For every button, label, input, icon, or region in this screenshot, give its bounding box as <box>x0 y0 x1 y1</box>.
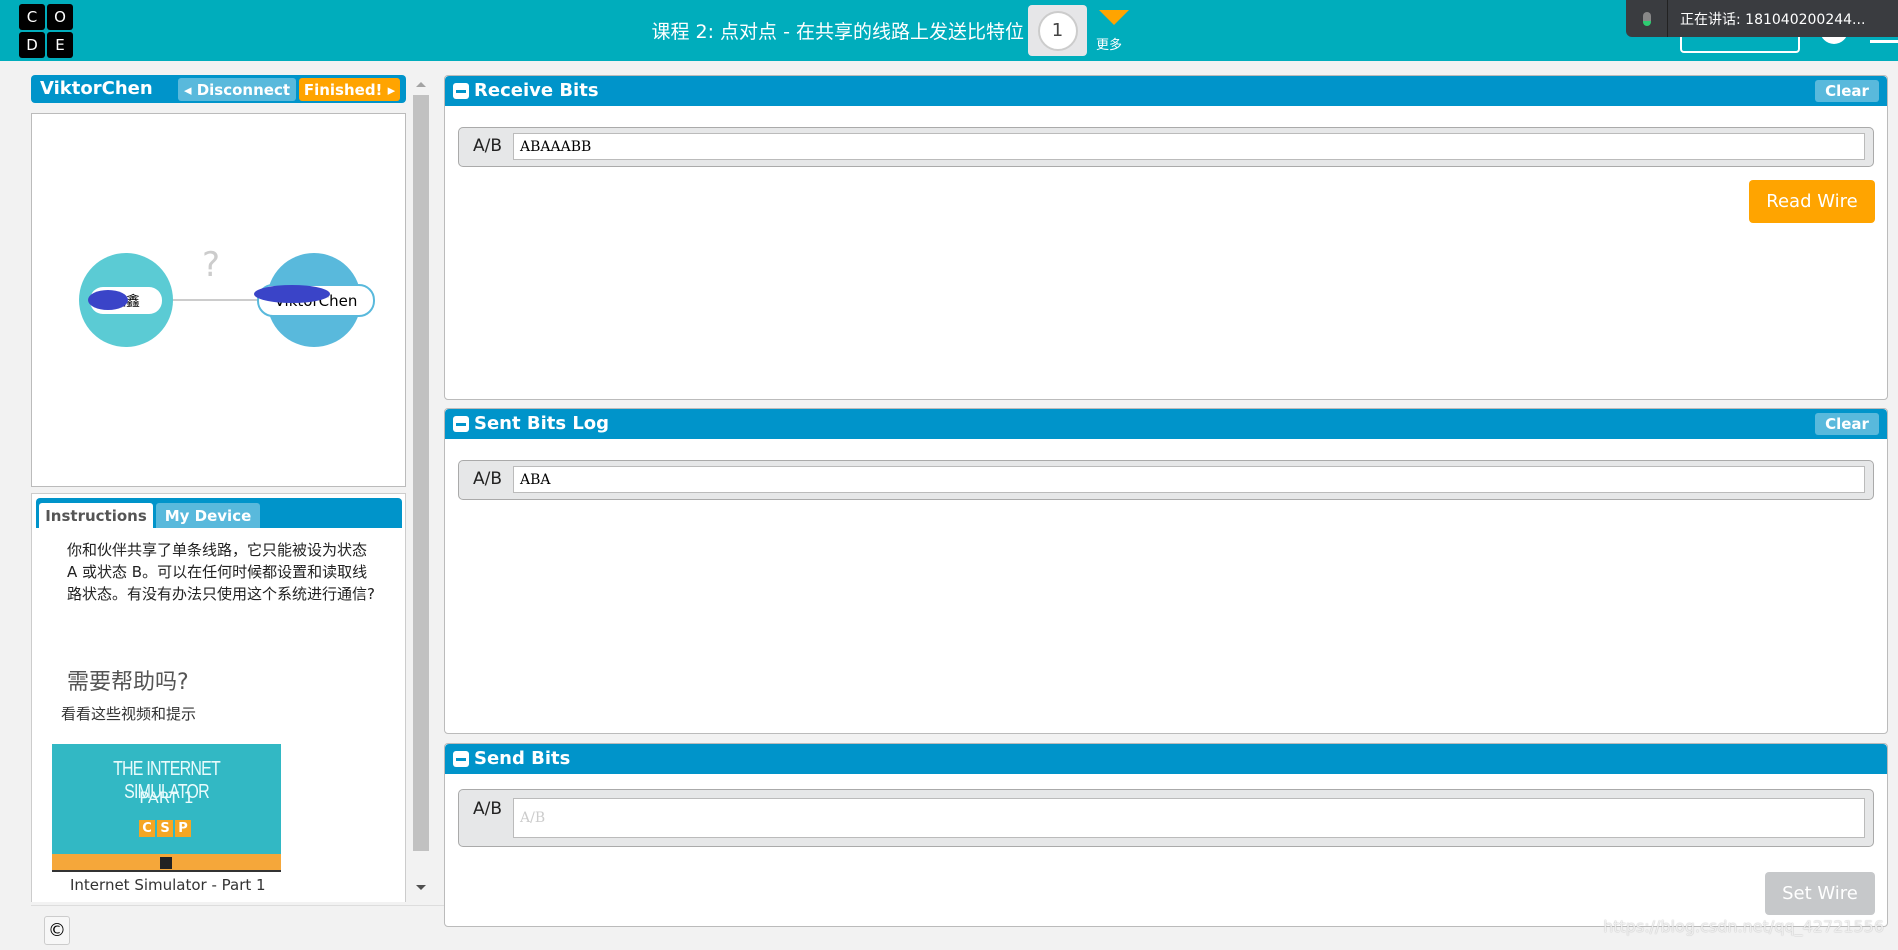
top-header: C O D E 课程 2: 点对点 - 在共享的线路上发送比特位 1 更多 <box>0 0 1898 61</box>
send-bits-input[interactable]: A/B <box>513 798 1865 838</box>
instructions-text: 你和伙伴共享了单条线路，它只能被设为状态 A 或状态 B。可以在任何时候都设置和… <box>67 541 375 603</box>
voice-chat-overlay: 正在讲话: 181040200244... <box>1626 0 1898 37</box>
thumb-part: PART 1 <box>139 788 194 807</box>
more-triangle-icon[interactable] <box>1099 10 1129 25</box>
menu-icon[interactable] <box>1870 40 1898 43</box>
received-bits-field[interactable]: ABAAABB <box>513 133 1865 160</box>
speaking-status: 正在讲话: 181040200244... <box>1680 11 1866 28</box>
logo-letter: E <box>47 32 73 58</box>
level-bubble[interactable]: 1 <box>1028 5 1087 56</box>
code-logo-icon <box>160 857 172 869</box>
panel-title: Sent Bits Log <box>474 413 610 434</box>
tab-my-device[interactable]: My Device <box>156 503 260 528</box>
disconnect-label: Disconnect <box>196 80 291 99</box>
scroll-up-icon[interactable] <box>416 82 426 87</box>
finished-button[interactable]: Finished! ▸ <box>299 78 400 101</box>
badge-letter: C <box>139 820 155 837</box>
collapse-icon[interactable] <box>453 416 469 432</box>
scroll-thumb[interactable] <box>413 95 429 851</box>
user-header: ViktorChen ◂ Disconnect Finished! ▸ <box>31 75 406 103</box>
panel-title: Receive Bits <box>474 80 599 101</box>
unknown-connection-mark: ? <box>202 245 220 285</box>
tab-instructions[interactable]: Instructions <box>39 503 153 528</box>
network-diagram: 王鑫 ViktorChen ? <box>31 113 406 487</box>
sent-row: A/B ABA <box>458 460 1874 500</box>
scroll-down-icon[interactable] <box>416 885 426 890</box>
logo-letter: C <box>19 4 45 30</box>
scribble-redaction <box>88 290 128 310</box>
disconnect-button[interactable]: ◂ Disconnect <box>178 78 296 101</box>
row-label: A/B <box>473 469 503 489</box>
instructions-panel: Instructions My Device 你和伙伴共享了单条线路，它只能被设… <box>31 493 406 902</box>
panel-header: Receive Bits Clear <box>445 76 1887 106</box>
sent-bits-log-panel: Sent Bits Log Clear A/B ABA <box>444 408 1888 734</box>
more-label[interactable]: 更多 <box>1096 34 1122 53</box>
csp-badge: CSP <box>139 820 191 837</box>
code-logo[interactable]: C O D E <box>19 4 73 58</box>
scribble-redaction <box>254 285 330 303</box>
collapse-icon[interactable] <box>453 751 469 767</box>
collapse-icon[interactable] <box>453 83 469 99</box>
receive-row: A/B ABAAABB <box>458 127 1874 167</box>
clear-button[interactable]: Clear <box>1815 413 1879 435</box>
badge-letter: S <box>157 820 173 837</box>
thumb-bar <box>52 854 281 872</box>
watermark: https://blog.csdn.net/qq_42721556 <box>1603 917 1884 936</box>
copyright-button[interactable]: © <box>44 916 70 945</box>
footer: © <box>31 905 461 950</box>
tab-bar: Instructions My Device <box>36 498 402 528</box>
lesson-title: 课程 2: 点对点 - 在共享的线路上发送比特位 <box>651 21 1024 43</box>
read-wire-button[interactable]: Read Wire <box>1749 180 1875 223</box>
set-wire-button[interactable]: Set Wire <box>1765 872 1875 915</box>
video-caption[interactable]: Internet Simulator - Part 1 <box>70 876 266 894</box>
help-subtitle: 看看这些视频和提示 <box>61 705 197 723</box>
logo-letter: D <box>19 32 45 58</box>
send-bits-panel: Send Bits A/B A/B Set Wire <box>444 743 1888 927</box>
level-number: 1 <box>1037 10 1078 51</box>
badge-letter: P <box>175 820 191 837</box>
finished-label: Finished! <box>303 80 383 99</box>
left-scrollbar[interactable] <box>413 79 429 896</box>
panel-title: Send Bits <box>474 748 571 769</box>
receive-bits-panel: Receive Bits Clear A/B ABAAABB Read Wire <box>444 75 1888 400</box>
logo-letter: O <box>47 4 73 30</box>
microphone-icon[interactable] <box>1626 0 1668 37</box>
panel-header: Send Bits <box>445 744 1887 774</box>
sent-bits-field[interactable]: ABA <box>513 466 1865 493</box>
send-row: A/B A/B <box>458 789 1874 847</box>
video-thumbnail[interactable]: THE INTERNET SIMULATOR PART 1 CSP <box>52 744 281 872</box>
row-label: A/B <box>473 136 503 156</box>
panel-header: Sent Bits Log Clear <box>445 409 1887 439</box>
diagram-svg: 王鑫 ViktorChen ? <box>79 245 375 347</box>
row-label: A/B <box>473 799 503 819</box>
help-heading: 需要帮助吗? <box>67 670 189 695</box>
username: ViktorChen <box>40 78 153 99</box>
clear-button[interactable]: Clear <box>1815 80 1879 102</box>
